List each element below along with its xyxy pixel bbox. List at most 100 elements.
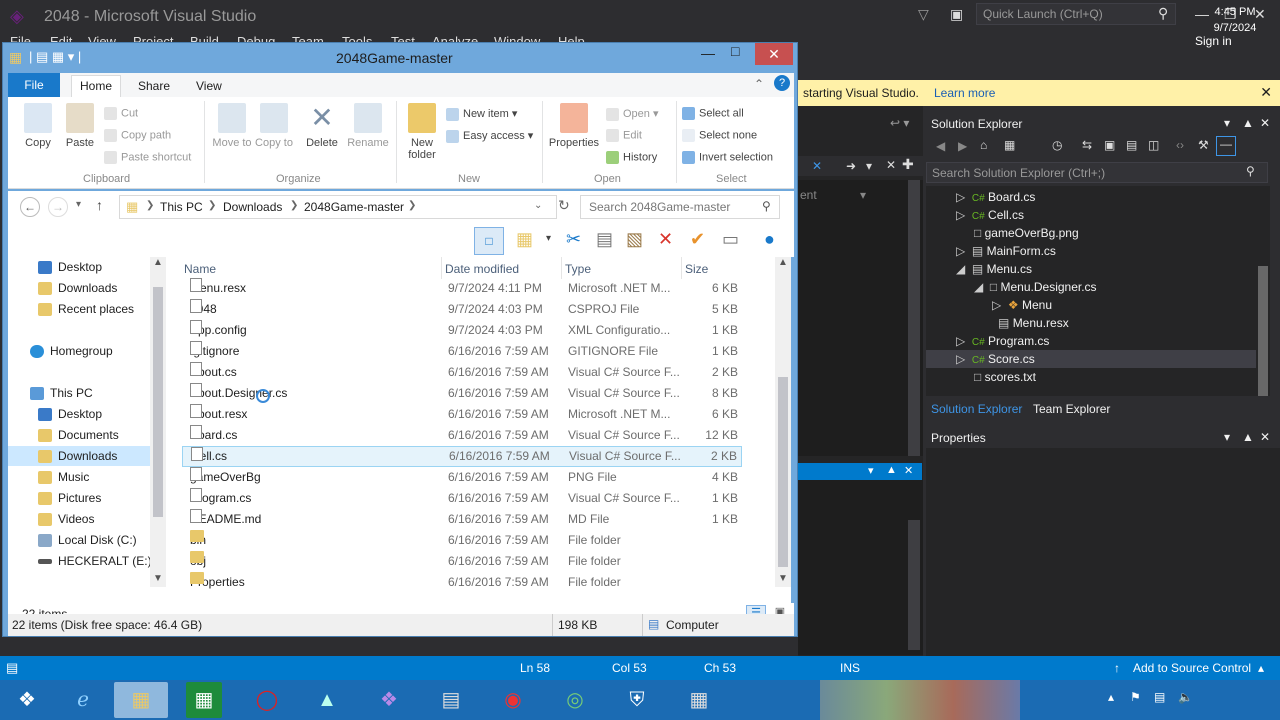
tab-share[interactable]: Share [138,79,170,93]
new-item-button[interactable]: New item ▾ [446,107,517,121]
copy-to-button[interactable]: Copy to [254,103,294,149]
close-icon[interactable]: ✕ [886,158,896,172]
file-row[interactable]: .gitignore 6/16/2016 7:59 AM GITIGNORE Fil… [182,341,742,362]
nav-item-documents[interactable]: Documents [38,425,119,445]
address-bar[interactable]: ▦ ❯ This PC ❯ Downloads ❯ 2048Game-maste… [119,195,557,219]
file-row[interactable]: App.config 9/7/2024 4:03 PM XML Configurat… [182,320,742,341]
chevron-right-icon[interactable]: ▷ [956,190,965,204]
sign-in-link[interactable]: Sign in [1195,34,1232,48]
tree-item-selected[interactable]: ▷ C# Score.cs [926,350,1256,368]
sync-with-active-icon[interactable]: — [1216,136,1236,156]
forward-icon[interactable]: ▶ [958,139,967,153]
tree-item[interactable]: ▷ C# Board.cs [956,188,1035,206]
editor-scrollbar[interactable] [908,180,920,456]
rename-icon[interactable]: ▭ [722,229,739,250]
paste-button[interactable]: Paste [60,103,100,149]
copy-button[interactable]: Copy [18,103,58,149]
tab-solution-explorer[interactable]: Solution Explorer [931,402,1022,416]
chevron-right-icon[interactable]: ❯ [408,200,416,211]
tab-file[interactable]: File [8,73,60,97]
tree-item[interactable]: □ scores.txt [974,368,1036,386]
history-icon[interactable]: ◷ [1052,138,1062,152]
chevron-down-icon[interactable]: ◢ [974,280,983,294]
nav-item-downloads-fav[interactable]: Downloads [38,278,117,298]
add-icon[interactable]: ✚ [902,156,914,173]
back-icon[interactable]: ◀ [936,139,945,153]
select-none-button[interactable]: Select none [682,129,757,142]
nav-item-recent-places[interactable]: Recent places [38,299,134,319]
chevron-down-icon[interactable]: ▾ [546,233,551,244]
tab-arrow-icon[interactable]: ➜ [846,159,856,173]
breadcrumb-2048game-master[interactable]: 2048Game-master [304,200,404,214]
file-row[interactable]: Board.cs 6/16/2016 7:59 AM Visual C# Sourc… [182,425,742,446]
file-row[interactable]: Program.cs 6/16/2016 7:59 AM Visual C# Sou… [182,488,742,509]
chevron-down-icon[interactable]: ▼ [778,573,788,584]
monitor-icon[interactable]: ▤ [424,682,478,718]
control-panel-icon[interactable]: ▦ [672,682,726,718]
chevron-up-icon[interactable]: ⌃ [754,77,764,91]
chevron-right-icon[interactable]: ❯ [146,200,154,211]
file-row[interactable]: Properties 6/16/2016 7:59 AM File folder [182,572,742,593]
history-button[interactable]: History [606,151,657,164]
search-input[interactable]: Search 2048Game-master [580,195,780,219]
output-window[interactable] [798,480,923,655]
tree-item[interactable]: ◢ ▤ Menu.cs [956,260,1032,278]
refresh-icon[interactable]: ↻ [558,197,570,214]
file-row[interactable]: README.md 6/16/2016 7:59 AM MD File 1 KB [182,509,742,530]
file-row[interactable]: About.cs 6/16/2016 7:59 AM Visual C# Sourc… [182,362,742,383]
excel-icon[interactable]: ▦ [186,682,222,718]
learn-more-link[interactable]: Learn more [934,86,995,100]
chevron-up-icon[interactable]: ▲ [153,257,163,268]
opera-icon[interactable]: ◯ [240,682,294,718]
chevron-down-icon[interactable]: ▾ [1224,116,1230,130]
sync-icon[interactable]: ▦ [1004,138,1015,152]
close-icon[interactable]: ✕ [1260,84,1272,101]
file-row[interactable]: About.resx 6/16/2016 7:59 AM Microsoft .NE… [182,404,742,425]
move-to-button[interactable]: Move to [212,103,252,149]
nav-item-heckeralt[interactable]: HECKERALT (E:) [38,551,152,571]
nav-item-local-disk[interactable]: Local Disk (C:) [38,530,137,550]
collapse-icon[interactable]: ▣ [1104,138,1115,152]
tree-item[interactable]: □ gameOverBg.png [974,224,1079,242]
chevron-right-icon[interactable]: ▷ [992,298,1001,312]
chevron-right-icon[interactable]: ❯ [208,200,216,211]
chevron-down-icon[interactable]: ▾ [1224,430,1230,444]
chevron-right-icon[interactable]: ▷ [956,208,965,222]
clock[interactable]: 4:45 PM 9/7/2024 [1210,4,1260,36]
chevron-up-icon[interactable]: ▲ [778,257,788,268]
nav-item-desktop[interactable]: Desktop [38,404,102,424]
chevron-right-icon[interactable]: ❯ [290,200,298,211]
file-list-scrollbar-thumb[interactable] [778,377,788,567]
chevron-right-icon[interactable]: ▷ [956,352,965,366]
folder-options-icon[interactable]: ▦ [516,229,533,250]
help-icon[interactable]: ? [774,75,790,91]
vs-minimize-button[interactable]: — [1195,6,1209,22]
column-type[interactable]: Type [565,262,591,276]
shield-icon[interactable]: ⛨ [610,682,664,718]
back-icon[interactable]: ← [20,197,40,217]
paste-shortcut-button[interactable]: Paste shortcut [104,151,191,164]
chevron-down-icon[interactable]: ▾ [866,159,872,173]
quick-launch-input[interactable]: Quick Launch (Ctrl+Q) [976,3,1176,25]
file-row[interactable]: gameOverBg 6/16/2016 7:59 AM PNG File 4 KB [182,467,742,488]
code-editor[interactable]: ent ▾ [798,180,923,456]
breadcrumb-downloads[interactable]: Downloads [223,200,282,214]
tree-item[interactable]: ▤ Menu.resx [998,314,1069,332]
panel-controls[interactable]: ↩ ▾ [890,116,909,130]
solution-search-input[interactable]: Search Solution Explorer (Ctrl+;) [926,162,1268,183]
new-folder-button[interactable]: New folder [402,103,442,161]
files-icon[interactable]: ◫ [1148,138,1159,152]
internet-explorer-icon[interactable]: ℯ [56,682,110,718]
file-row[interactable]: bin 6/16/2016 7:59 AM File folder [182,530,742,551]
globe-icon[interactable]: ● [764,229,775,250]
nav-item-music[interactable]: Music [38,467,89,487]
mario-icon[interactable]: ◉ [486,682,540,718]
preview-pane-icon[interactable]: □ [474,227,504,255]
chevron-down-icon[interactable]: ▾ [860,188,866,202]
cut-button[interactable]: Cut [104,107,138,120]
visual-studio-icon[interactable]: ❖ [362,682,416,718]
forward-icon[interactable]: → [48,197,68,217]
nav-item-desktop-fav[interactable]: Desktop [38,257,102,277]
file-row[interactable]: Cell.cs 6/16/2016 7:59 AM Visual C# Source… [182,446,742,467]
properties-button[interactable]: Properties [546,103,602,149]
